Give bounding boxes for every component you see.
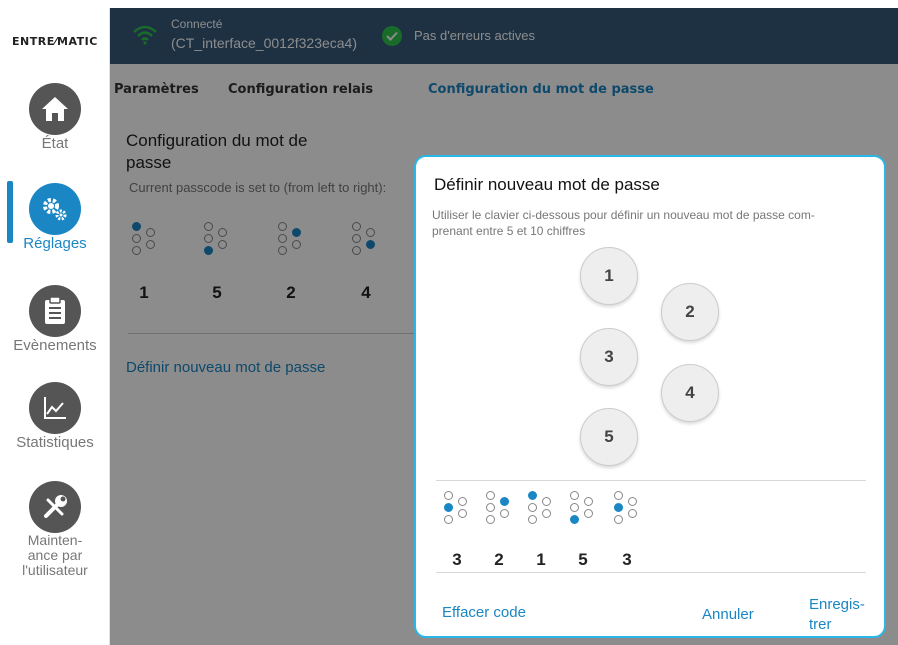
dialog-divider <box>436 480 866 481</box>
sidebar-item-label: Statistiques <box>16 434 94 451</box>
sidebar-item-label: État <box>41 135 69 152</box>
key-3-button[interactable]: 3 <box>580 328 638 386</box>
dialog-divider <box>436 572 866 573</box>
dialog-help-line: Utiliser le clavier ci-dessous pour défi… <box>432 208 815 222</box>
new-passcode-dots <box>528 491 554 525</box>
save-button-label: trer <box>809 616 832 633</box>
save-button-label: Enregis- <box>809 596 865 613</box>
gears-icon <box>29 183 81 235</box>
sidebar: ENTRE⁄MATIC État Réglages Evènements Sta… <box>0 0 110 645</box>
key-5-button[interactable]: 5 <box>580 408 638 466</box>
new-passcode-dots <box>570 491 596 525</box>
tools-icon <box>29 481 81 533</box>
sidebar-item-label: Evènements <box>13 337 97 354</box>
dialog-help-text: Utiliser le clavier ci-dessous pour défi… <box>432 207 872 239</box>
sidebar-item-reglages[interactable]: Réglages <box>0 183 110 252</box>
entrematic-logo: ENTRE⁄MATIC <box>12 35 98 48</box>
key-1-button[interactable]: 1 <box>580 247 638 305</box>
clipboard-icon <box>29 285 81 337</box>
new-digit: 3 <box>622 550 632 569</box>
dialog-title: Définir nouveau mot de passe <box>432 173 662 197</box>
clear-code-button[interactable]: Effacer code <box>442 603 526 623</box>
dialog-help-line: prenant entre 5 et 10 chiffres <box>432 224 586 238</box>
sidebar-item-etat[interactable]: État <box>0 83 110 152</box>
new-digit: 2 <box>494 550 504 569</box>
new-passcode-dots <box>486 491 512 525</box>
home-icon <box>29 83 81 135</box>
cancel-button[interactable]: Annuler <box>702 605 754 625</box>
sidebar-item-label: Réglages <box>23 235 87 252</box>
sidebar-item-maintenance[interactable]: Mainten- ance par l'utilisateur <box>0 481 110 578</box>
new-passcode-dots <box>444 491 470 525</box>
chart-icon <box>29 382 81 434</box>
sidebar-item-evenements[interactable]: Evènements <box>0 285 110 354</box>
top-strip <box>0 0 898 8</box>
new-digit: 1 <box>536 550 546 569</box>
sidebar-item-label: l'utilisateur <box>22 562 88 578</box>
new-digit: 5 <box>578 550 588 569</box>
sidebar-item-label: Mainten- <box>27 532 83 548</box>
sidebar-item-label: ance par <box>27 547 83 563</box>
save-button[interactable]: Enregis- trer <box>809 595 865 635</box>
new-digit: 3 <box>452 550 462 569</box>
new-passcode-dialog: Définir nouveau mot de passe Utiliser le… <box>414 155 886 638</box>
new-passcode-dots <box>614 491 640 525</box>
key-2-button[interactable]: 2 <box>661 283 719 341</box>
key-4-button[interactable]: 4 <box>661 364 719 422</box>
sidebar-item-statistiques[interactable]: Statistiques <box>0 382 110 451</box>
